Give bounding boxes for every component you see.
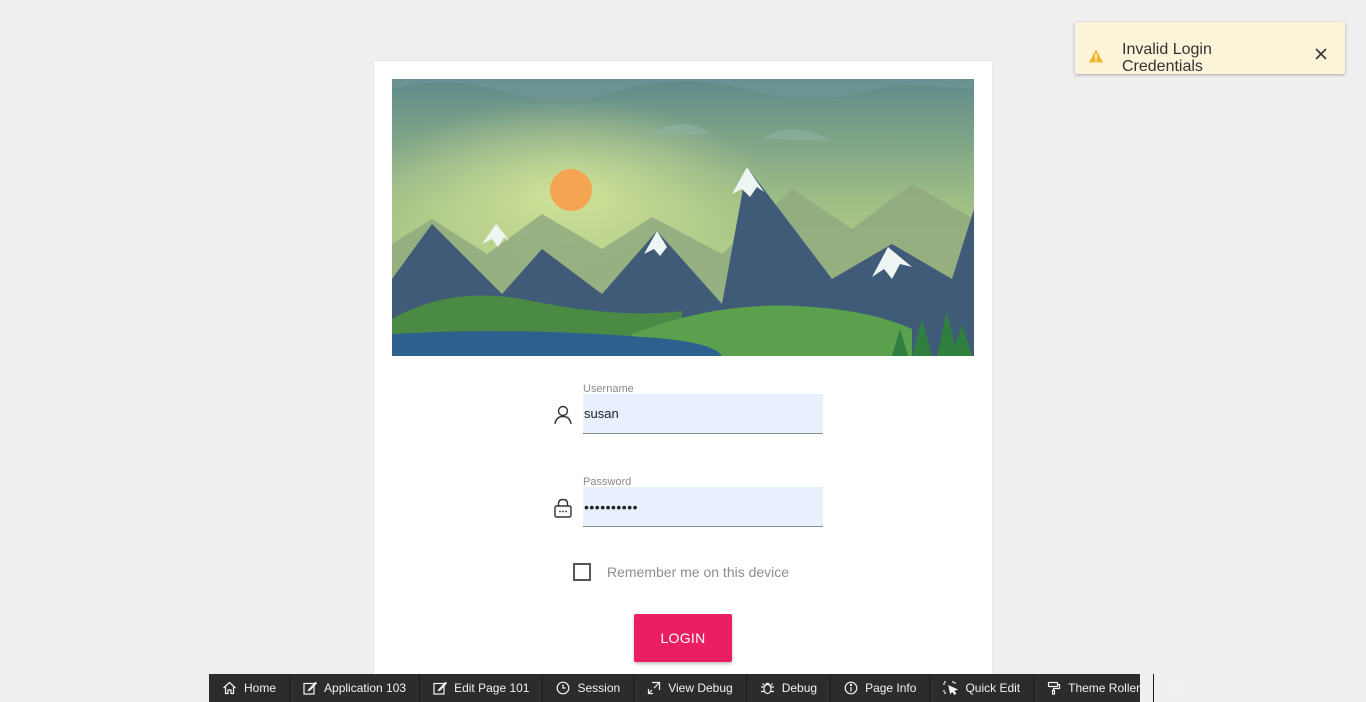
- devbar-view-debug[interactable]: View Debug: [634, 674, 747, 702]
- login-card: Username Password Remember me on this de…: [374, 61, 992, 702]
- devbar-edit-page[interactable]: Edit Page 101: [420, 674, 544, 702]
- paint-roller-icon: [1048, 681, 1061, 695]
- toast-message: Invalid Login Credentials: [1122, 41, 1212, 74]
- edit-icon: [303, 681, 318, 695]
- warning-icon: [1088, 48, 1104, 64]
- password-input[interactable]: [583, 487, 823, 527]
- quick-edit-icon: [943, 681, 959, 695]
- devbar-application[interactable]: Application 103: [290, 674, 421, 702]
- remember-me: Remember me on this device: [573, 563, 789, 581]
- lock-icon: [552, 497, 574, 519]
- devbar-settings[interactable]: [1154, 674, 1203, 702]
- devbar-page-info[interactable]: Page Info: [831, 674, 931, 702]
- devbar-debug[interactable]: Debug: [747, 674, 832, 702]
- clock-icon: [557, 681, 570, 695]
- edit-icon: [433, 681, 448, 695]
- remember-label: Remember me on this device: [607, 564, 790, 580]
- devbar-label: Theme Roller: [1068, 681, 1141, 695]
- username-input[interactable]: [583, 394, 823, 434]
- error-toast: Invalid Login Credentials: [1075, 22, 1345, 74]
- devbar-label: Debug: [781, 681, 818, 695]
- bug-icon: [760, 682, 774, 695]
- debug-view-icon: [648, 681, 661, 695]
- devbar-home[interactable]: Home: [209, 674, 291, 702]
- devbar-label: Application 103: [324, 681, 407, 695]
- developer-toolbar: Home Application 103 Edit Page 101 Sessi…: [209, 674, 1182, 702]
- devbar-theme-roller[interactable]: Theme Roller: [1034, 674, 1155, 702]
- devbar-label: View Debug: [668, 681, 733, 695]
- devbar-quick-edit[interactable]: Quick Edit: [930, 674, 1035, 702]
- devbar-label: Edit Page 101: [454, 681, 530, 695]
- devbar-label: Page Info: [865, 681, 917, 695]
- home-icon: [223, 681, 236, 695]
- devbar-label: Quick Edit: [965, 681, 1021, 695]
- login-button[interactable]: LOGIN: [634, 614, 732, 662]
- hero-illustration: [392, 79, 974, 356]
- devbar-label: Home: [244, 681, 277, 695]
- close-icon[interactable]: [1313, 46, 1329, 62]
- remember-checkbox[interactable]: [573, 563, 591, 581]
- gear-icon: [1168, 681, 1182, 695]
- user-icon: [552, 404, 574, 426]
- devbar-session[interactable]: Session: [543, 674, 635, 702]
- devbar-label: Session: [577, 681, 621, 695]
- info-icon: [844, 681, 858, 695]
